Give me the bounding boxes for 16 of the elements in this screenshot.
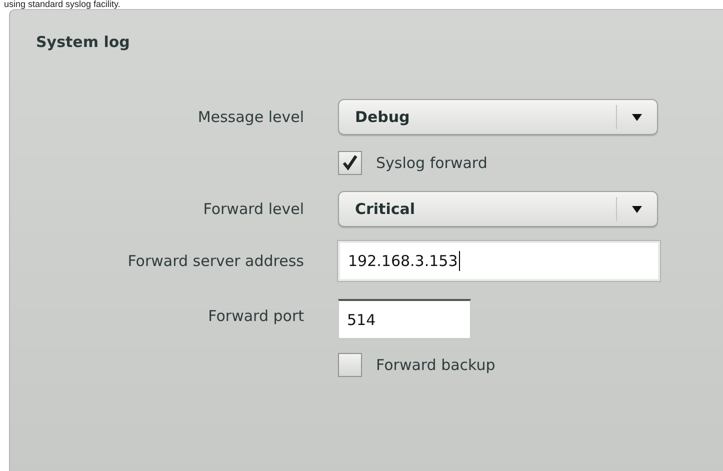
caret-icon	[632, 114, 642, 120]
checkbox[interactable]	[338, 353, 362, 377]
checkbox-label: Forward backup	[376, 356, 496, 374]
dropdown[interactable]: Critical	[338, 191, 658, 227]
field-label: Forward level	[203, 200, 304, 218]
field-label: Forward server address	[128, 252, 304, 270]
intro-text: using standard syslog facility.	[3, 0, 122, 9]
checkbox[interactable]	[338, 151, 362, 175]
checkbox-label: Syslog forward	[376, 154, 488, 172]
field-label: Message level	[198, 108, 304, 126]
input-field[interactable]: 192.168.3.153	[338, 241, 660, 281]
caret-icon	[632, 206, 642, 212]
dropdown[interactable]: Debug	[338, 99, 658, 135]
input-field[interactable]: 514	[338, 299, 471, 339]
panel-title: System log	[36, 33, 130, 51]
field-label: Forward port	[208, 307, 304, 325]
